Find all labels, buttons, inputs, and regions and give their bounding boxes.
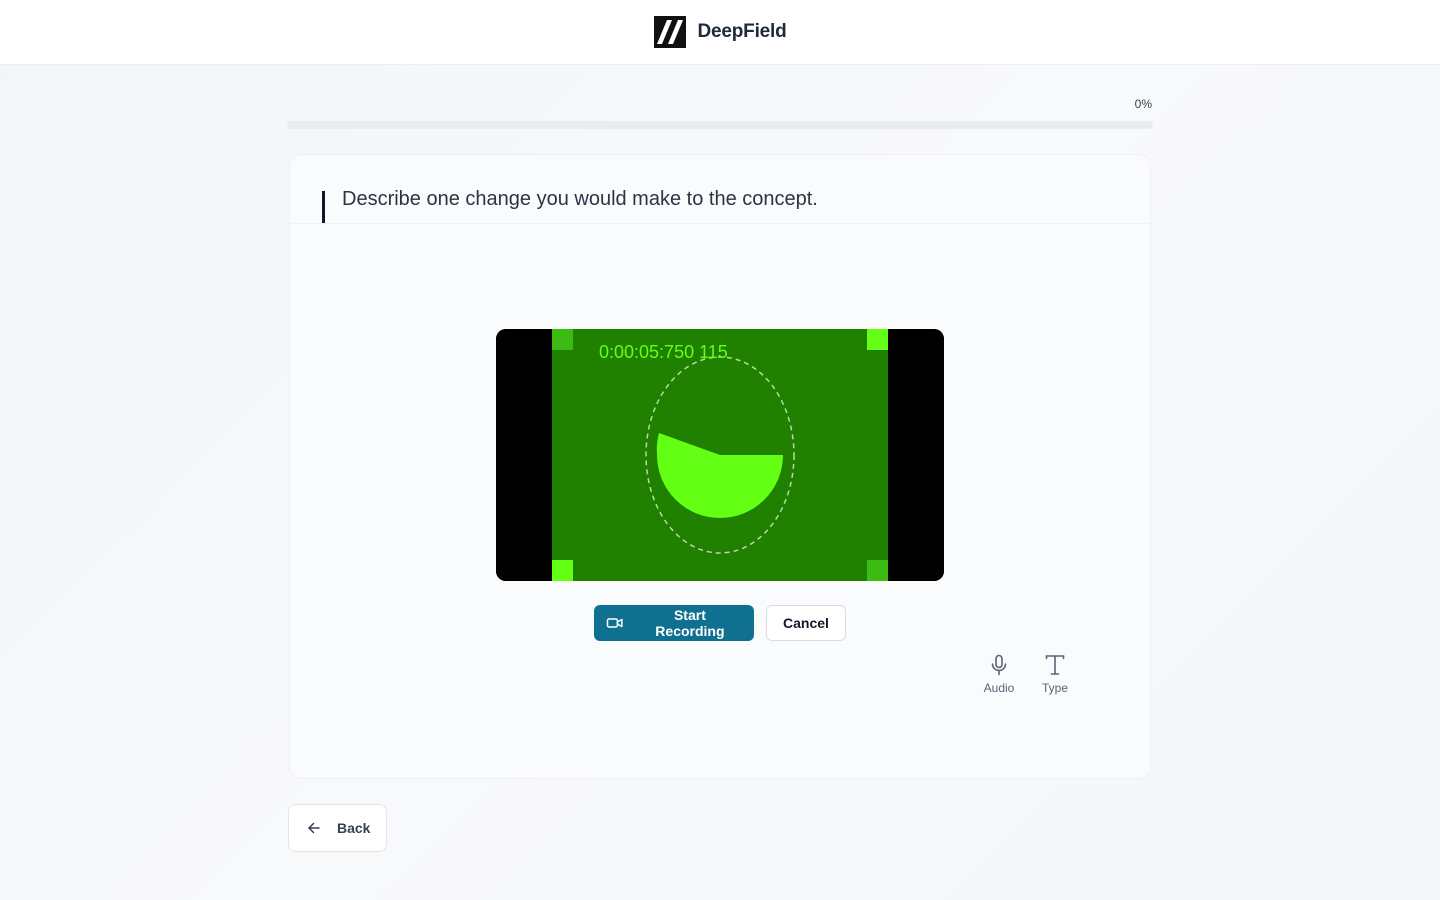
brand-name: DeepField — [697, 21, 787, 42]
video-preview: 0:00:05:750 115 — [496, 329, 944, 581]
question-title: Describe one change you would make to th… — [342, 188, 818, 210]
video-camera-icon — [606, 618, 623, 628]
question-accent-bar — [322, 191, 325, 223]
question-card: Describe one change you would make to th… — [289, 154, 1151, 779]
back-button[interactable]: Back — [288, 804, 387, 852]
progress-bar — [287, 121, 1153, 129]
type-mode-option[interactable]: Type — [1036, 653, 1074, 695]
text-type-icon — [1045, 655, 1065, 675]
progress-percent: 0% — [1134, 97, 1152, 111]
brand[interactable]: DeepField — [653, 16, 787, 48]
corner-marker-top-right — [867, 329, 888, 350]
audio-mode-label: Audio — [983, 681, 1015, 695]
app-header: DeepField — [0, 0, 1440, 65]
recording-controls: Start Recording Cancel — [290, 605, 1150, 641]
start-recording-label: Start Recording — [655, 607, 725, 639]
start-recording-button[interactable]: Start Recording — [594, 605, 754, 641]
type-mode-label: Type — [1041, 681, 1068, 695]
question-header: Describe one change you would make to th… — [290, 155, 1150, 224]
deepfield-logo-icon — [653, 16, 686, 48]
video-test-pattern — [496, 329, 944, 581]
video-timecode: 0:00:05:750 115 — [599, 342, 728, 362]
corner-marker-bottom-right — [867, 560, 888, 581]
back-label: Back — [337, 820, 371, 836]
corner-marker-top-left — [552, 329, 573, 350]
corner-marker-bottom-left — [552, 560, 573, 581]
microphone-icon — [991, 654, 1007, 676]
response-mode-options: Audio Type — [980, 653, 1074, 695]
cancel-button[interactable]: Cancel — [766, 605, 846, 641]
arrow-left-icon — [308, 822, 320, 834]
audio-mode-option[interactable]: Audio — [980, 653, 1018, 695]
